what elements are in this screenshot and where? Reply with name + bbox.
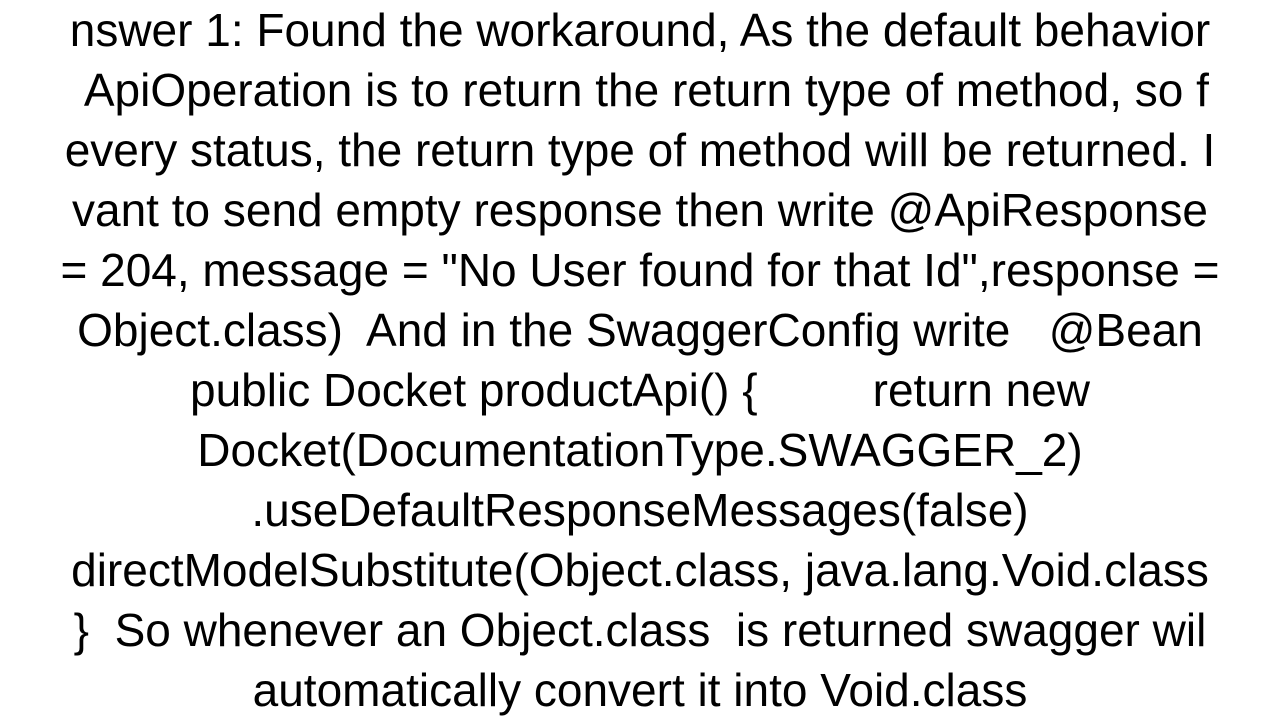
answer-text-block: nswer 1: Found the workaround, As the de… — [0, 0, 1280, 720]
